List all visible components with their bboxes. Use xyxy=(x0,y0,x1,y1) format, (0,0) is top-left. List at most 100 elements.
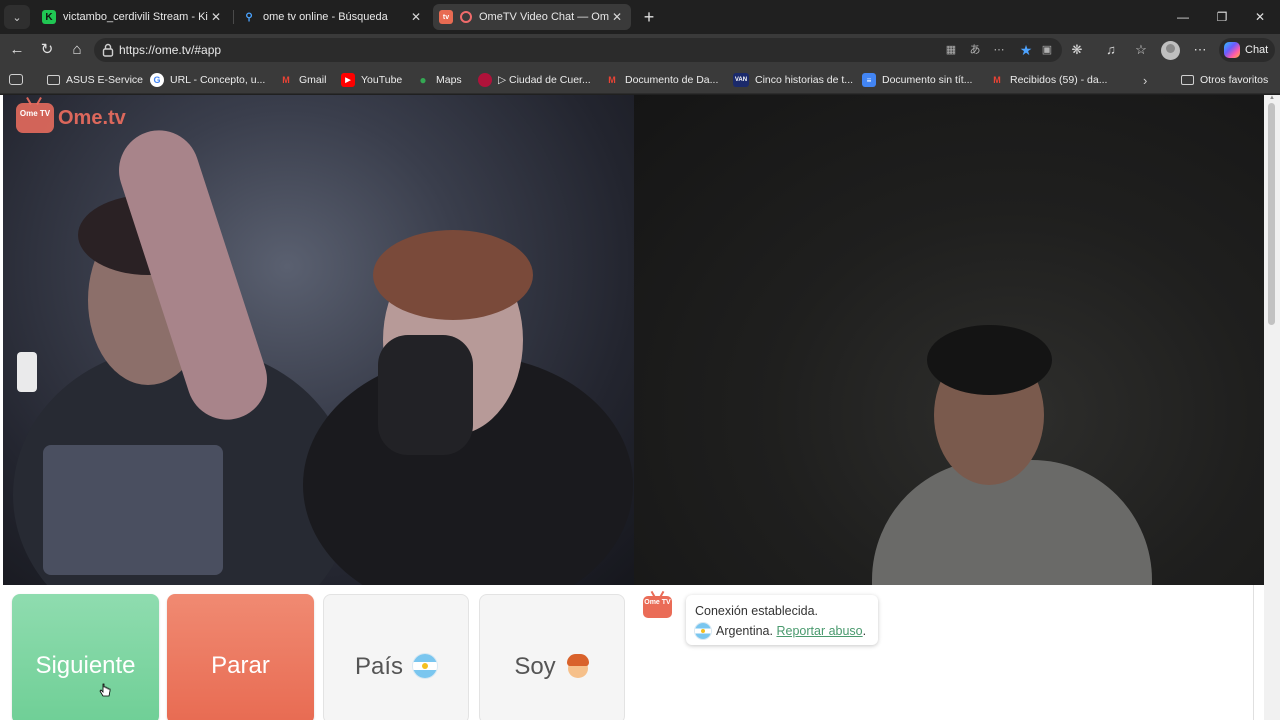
tab-list-button[interactable]: ⌄ xyxy=(4,5,30,29)
kick-icon: K xyxy=(42,10,56,24)
tab-title: OmeTV Video Chat — Omegl xyxy=(479,11,609,23)
lock-icon xyxy=(102,43,114,57)
light-reflection xyxy=(17,352,37,392)
next-button-label: Siguiente xyxy=(35,652,136,679)
scrollbar-thumb[interactable] xyxy=(1268,103,1275,325)
ometv-logo[interactable]: Ome TV Ome.tv xyxy=(16,103,126,133)
gender-select-button[interactable]: Soy xyxy=(479,594,625,720)
close-icon[interactable]: ✕ xyxy=(408,10,424,24)
bookmark-asus[interactable]: ASUS E-Service xyxy=(46,72,143,88)
argentina-flag-icon xyxy=(695,623,711,639)
bookmark-ciudad[interactable]: ▷ Ciudad de Cuer... xyxy=(478,72,591,88)
bookmark-label: ▷ Ciudad de Cuer... xyxy=(498,74,591,86)
bookmark-documento-da[interactable]: M Documento de Da... xyxy=(605,72,718,88)
bookmark-label: Recibidos (59) - da... xyxy=(1010,74,1108,86)
bookmark-label: Otros favoritos xyxy=(1200,74,1269,86)
folder-icon xyxy=(1180,73,1194,87)
close-window-icon[interactable]: ✕ xyxy=(1249,7,1271,27)
gmail-icon: M xyxy=(282,75,290,85)
translate-icon[interactable]: あ xyxy=(967,43,983,57)
home-icon[interactable]: ⌂ xyxy=(66,39,88,61)
url-text: https://ome.tv/#app xyxy=(119,43,222,57)
folder-icon xyxy=(46,73,60,87)
back-icon[interactable]: ← xyxy=(6,39,28,61)
restore-icon[interactable]: ❐ xyxy=(1211,7,1233,27)
search-icon: ⚲ xyxy=(245,11,253,23)
bookmark-cinco-historias[interactable]: VAN Cinco historias de t... xyxy=(733,72,853,88)
minimize-icon[interactable]: — xyxy=(1172,7,1194,27)
tab-strip: ⌄ K victambo_cerdivili Stream - Kick D ✕… xyxy=(0,0,1280,34)
docs-icon: ≡ xyxy=(862,73,876,87)
bookmark-other-favorites[interactable]: Otros favoritos xyxy=(1180,72,1268,88)
report-suffix: . xyxy=(862,624,867,638)
connection-status-text: Conexión establecida. xyxy=(695,604,818,618)
logo-text: Ome.tv xyxy=(58,106,126,129)
cup-silhouette xyxy=(378,335,473,455)
site-icon xyxy=(478,73,492,87)
ometv-page: Ome TV Ome.tv Siguiente Parar País Soy O… xyxy=(0,95,1280,720)
chat-button-label: Chat xyxy=(1245,44,1269,56)
copilot-icon xyxy=(1224,42,1240,58)
gmail-icon: M xyxy=(993,75,1001,85)
tab-search[interactable]: ⚲ ome tv online - Búsqueda ✕ xyxy=(236,4,430,30)
bookmark-maps[interactable]: ● Maps xyxy=(416,72,462,88)
new-tab-button[interactable]: + xyxy=(638,5,660,29)
extensions-icon[interactable]: ❋ xyxy=(1068,41,1086,59)
bookmark-documento-sin-titulo[interactable]: ≡ Documento sin tít... xyxy=(862,72,972,88)
bookmark-label: Maps xyxy=(436,74,462,86)
stop-button[interactable]: Parar xyxy=(167,594,314,720)
system-message-bubble: Conexión establecida. Argentina. Reporta… xyxy=(686,595,878,645)
close-icon[interactable]: ✕ xyxy=(208,10,224,24)
stop-button-label: Parar xyxy=(211,652,270,679)
bookmark-url-concepto[interactable]: G URL - Concepto, u... xyxy=(150,72,265,88)
media-icon[interactable]: ♫ xyxy=(1102,41,1120,59)
scroll-up-icon[interactable]: ▲ xyxy=(1268,95,1276,101)
report-abuse-link[interactable]: Reportar abuso xyxy=(776,621,862,641)
google-icon: G xyxy=(150,73,164,87)
browser-toolbar: ← ↻ ⌂ https://ome.tv/#app ▦ あ ⋯ ★ ▣ ❋ ♫ … xyxy=(0,34,1280,66)
tab-title: ome tv online - Búsqueda xyxy=(263,11,388,23)
bookmark-label: Cinco historias de t... xyxy=(755,74,854,86)
hair-silhouette xyxy=(927,325,1052,395)
maps-icon: ● xyxy=(419,73,427,87)
bookmark-label: URL - Concepto, u... xyxy=(170,74,266,86)
settings-menu-icon[interactable]: ⋯ xyxy=(1191,41,1209,59)
more-options-icon[interactable]: ⋯ xyxy=(991,43,1007,57)
van-icon: VAN xyxy=(733,73,749,87)
stranger-video: Ome TV Ome.tv xyxy=(3,95,634,585)
address-bar[interactable]: https://ome.tv/#app ▦ あ ⋯ ★ ▣ xyxy=(94,38,1062,62)
bookmark-recibidos[interactable]: M Recibidos (59) - da... xyxy=(990,72,1107,88)
country-button-label: País xyxy=(354,653,404,680)
ometv-icon: tv xyxy=(439,10,453,24)
copilot-chat-button[interactable]: Chat xyxy=(1219,38,1275,62)
bookmark-label: Documento de Da... xyxy=(625,74,719,86)
chevron-down-icon: ⌄ xyxy=(12,11,22,24)
close-icon[interactable]: ✕ xyxy=(609,10,625,24)
bookmark-youtube[interactable]: ▶ YouTube xyxy=(341,72,402,88)
tab-title: victambo_cerdivili Stream - Kick D xyxy=(63,11,208,23)
bookmark-gmail[interactable]: M Gmail xyxy=(279,72,326,88)
collections-icon[interactable] xyxy=(9,74,23,85)
camera-icon[interactable]: ▣ xyxy=(1039,43,1055,57)
divider xyxy=(1253,585,1254,720)
favorite-star-icon[interactable]: ★ xyxy=(1018,43,1034,57)
favorites-icon[interactable]: ☆ xyxy=(1132,41,1150,59)
profile-avatar[interactable] xyxy=(1161,41,1180,60)
next-button[interactable]: Siguiente xyxy=(12,594,159,720)
page-scrollbar[interactable]: ▲ xyxy=(1264,95,1280,720)
bookmark-label: Gmail xyxy=(299,74,327,86)
self-video xyxy=(634,95,1264,585)
ometv-logo-icon: Ome TV xyxy=(16,103,54,133)
gmail-icon: M xyxy=(608,75,616,85)
tab-ometv[interactable]: tv OmeTV Video Chat — Omegl ✕ xyxy=(433,4,631,30)
chevron-right-icon[interactable]: › xyxy=(1143,73,1147,88)
bookmark-label: ASUS E-Service xyxy=(66,74,144,86)
bookmarks-bar: ASUS E-Service G URL - Concepto, u... M … xyxy=(0,66,1280,94)
refresh-icon[interactable]: ↻ xyxy=(36,39,58,61)
ometv-bot-icon: Ome TV xyxy=(643,596,672,618)
bookmark-label: Documento sin tít... xyxy=(882,74,973,86)
tab-kick[interactable]: K victambo_cerdivili Stream - Kick D ✕ xyxy=(36,4,230,30)
apps-icon[interactable]: ▦ xyxy=(943,43,959,57)
hand-cursor-icon xyxy=(99,683,111,697)
country-filter-button[interactable]: País xyxy=(323,594,469,720)
